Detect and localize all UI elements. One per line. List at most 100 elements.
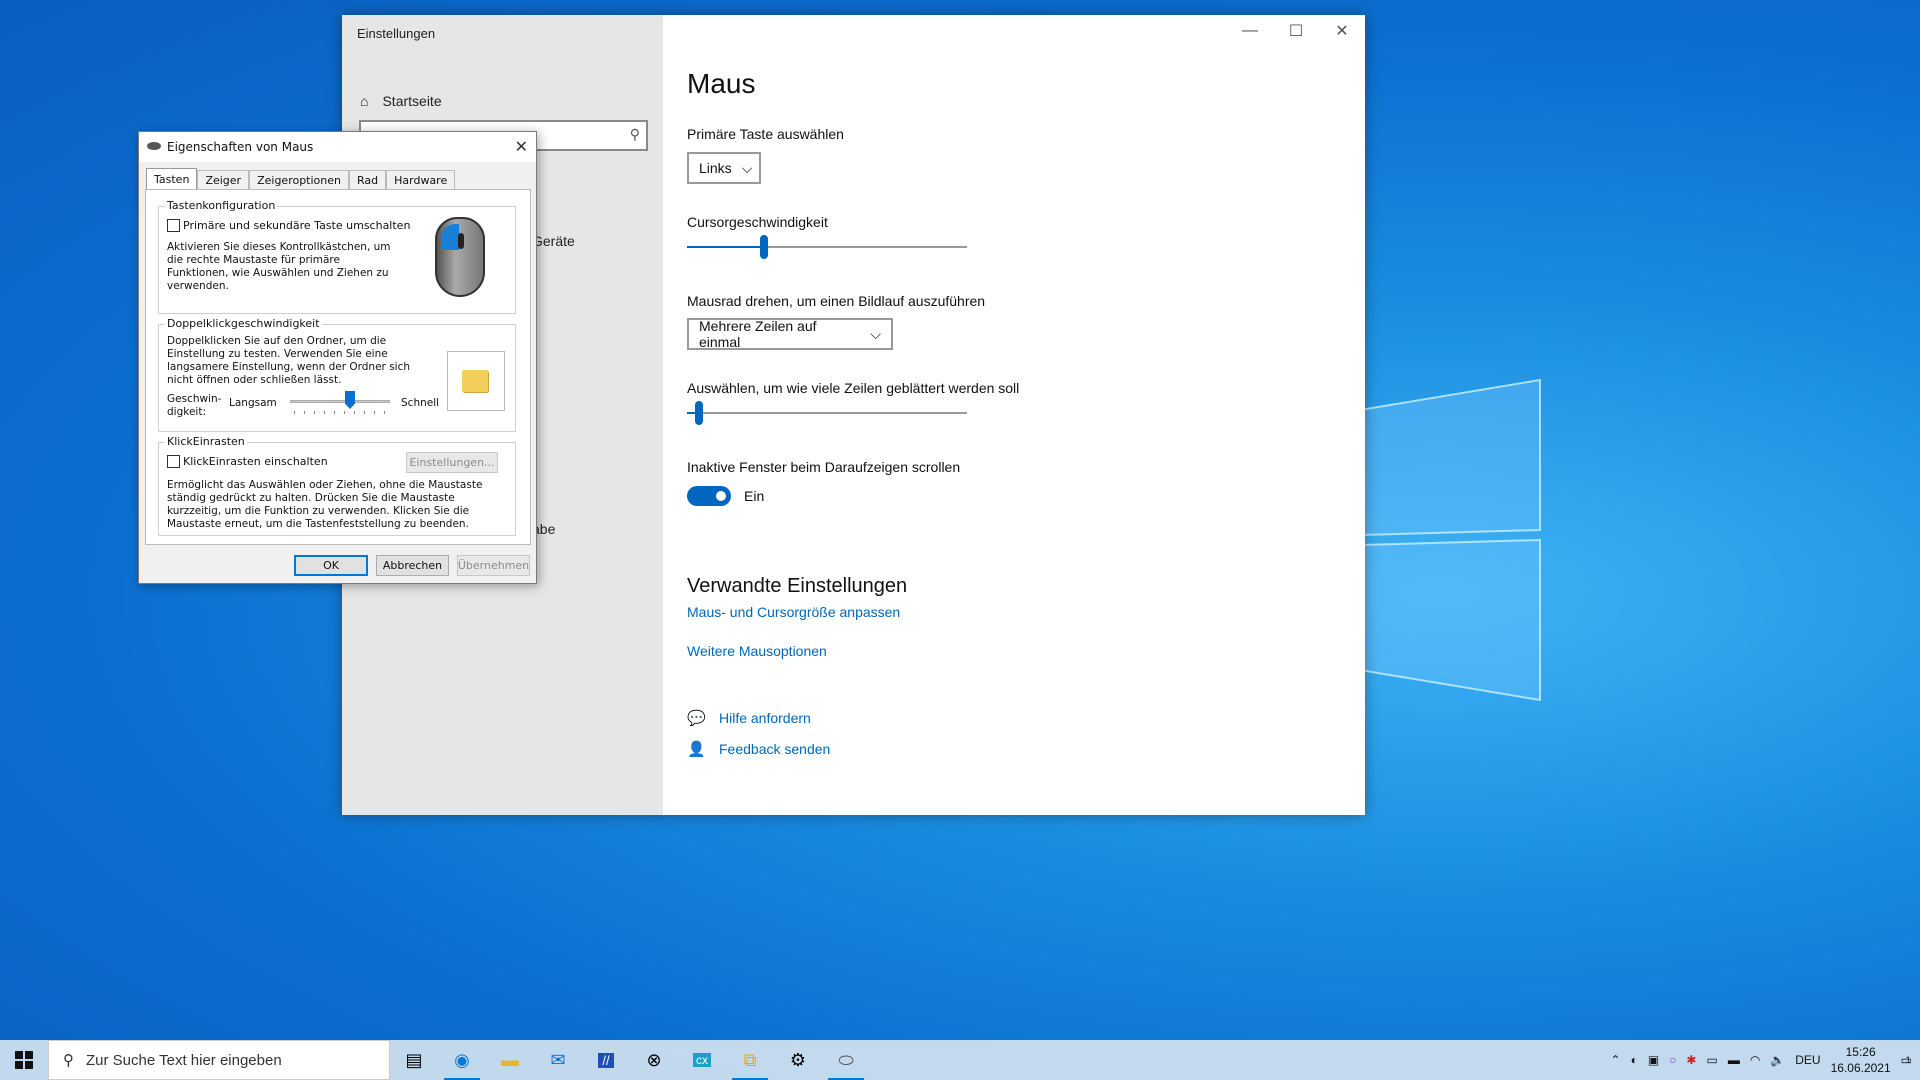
slider-track xyxy=(687,412,967,414)
slider-ticks xyxy=(294,411,386,414)
battery-icon[interactable]: ▬ xyxy=(1728,1053,1740,1067)
file-explorer-icon[interactable]: ▬ xyxy=(486,1040,534,1080)
close-button[interactable]: ✕ xyxy=(1319,15,1365,47)
home-icon: ⌂ xyxy=(360,93,369,109)
taskbar-search-placeholder: Zur Suche Text hier eingeben xyxy=(86,1051,282,1069)
tray-app-icon[interactable]: ▣ xyxy=(1648,1053,1659,1067)
lines-scroll-slider[interactable] xyxy=(687,401,967,425)
sidebar-item-home[interactable]: ⌂ Startseite xyxy=(360,93,442,109)
chevron-down-icon: ⌵ xyxy=(741,159,753,176)
inactive-scroll-toggle[interactable] xyxy=(687,486,731,506)
cursor-speed-label: Cursorgeschwindigkeit xyxy=(687,214,828,230)
notification-center-icon[interactable]: ▭ 1 xyxy=(1901,1053,1912,1067)
more-mouse-options-link[interactable]: Weitere Mausoptionen xyxy=(687,643,827,659)
wheel-dropdown[interactable]: Mehrere Zeilen auf einmal ⌵ xyxy=(687,318,893,350)
tray-red-icon[interactable]: ✱ xyxy=(1686,1053,1696,1067)
system-tray: ⌃ ◐ ▣ ○ ✱ ▭ ▬ ◠ 🔈 DEU 15:26 16.06.2021 ▭… xyxy=(1611,1040,1920,1080)
window-controls: — ☐ ✕ xyxy=(1227,15,1365,51)
slider-thumb[interactable] xyxy=(345,391,355,409)
steam-icon[interactable]: ◐ xyxy=(1631,1053,1638,1067)
speed-label: Geschwin-digkeit: xyxy=(167,393,222,418)
task-view-icon[interactable]: ▤ xyxy=(390,1040,438,1080)
mouse-wheel xyxy=(458,233,464,249)
slider-track xyxy=(290,400,390,403)
related-settings-heading: Verwandte Einstellungen xyxy=(687,575,908,597)
mouse-left-button xyxy=(441,224,459,250)
mail-icon[interactable]: ✉ xyxy=(534,1040,582,1080)
fast-label: Schnell xyxy=(401,397,440,409)
mouse-app-icon[interactable]: ⬭ xyxy=(822,1040,870,1080)
double-click-speed-slider[interactable] xyxy=(290,391,390,415)
get-help-link[interactable]: 💬 Hilfe anfordern xyxy=(687,709,811,727)
click-lock-settings-button[interactable]: Einstellungen... xyxy=(406,452,498,473)
primary-button-value: Links xyxy=(699,160,732,176)
minimize-button[interactable]: — xyxy=(1227,15,1273,47)
tab-zeigeroptionen[interactable]: Zeigeroptionen xyxy=(249,170,349,190)
test-folder-area[interactable] xyxy=(447,351,505,411)
folder-icon[interactable] xyxy=(462,370,488,392)
button-config-group: Tastenkonfiguration Primäre und sekundär… xyxy=(158,199,516,314)
slider-thumb[interactable] xyxy=(760,235,768,259)
feedback-label: Feedback senden xyxy=(719,741,831,757)
group-title: Tastenkonfiguration xyxy=(165,199,278,212)
dialog-close-icon[interactable]: ✕ xyxy=(515,137,528,156)
language-indicator[interactable]: DEU xyxy=(1795,1053,1820,1067)
app-icon[interactable]: // xyxy=(582,1040,630,1080)
checkbox-box[interactable] xyxy=(167,455,180,468)
network-app-icon[interactable]: ⧉ xyxy=(726,1040,774,1080)
button-config-description: Aktivieren Sie dieses Kontrollkästchen, … xyxy=(167,241,391,292)
apply-button[interactable]: Übernehmen xyxy=(457,555,530,576)
edge-browser-icon[interactable]: ◉ xyxy=(438,1040,486,1080)
group-title: Doppelklickgeschwindigkeit xyxy=(165,317,322,330)
tab-panel: Tastenkonfiguration Primäre und sekundär… xyxy=(145,189,531,545)
chevron-up-icon[interactable]: ⌃ xyxy=(1611,1053,1621,1067)
swap-buttons-checkbox[interactable]: Primäre und sekundäre Taste umschalten xyxy=(167,219,410,232)
tab-tasten[interactable]: Tasten xyxy=(146,168,198,190)
chevron-down-icon: ⌵ xyxy=(870,325,881,342)
mouse-cursor-size-link[interactable]: Maus- und Cursorgröße anpassen xyxy=(687,604,900,620)
slow-label: Langsam xyxy=(229,397,277,409)
primary-button-dropdown[interactable]: Links ⌵ xyxy=(687,152,761,184)
group-title: KlickEinrasten xyxy=(165,435,247,448)
dialog-title: Eigenschaften von Maus xyxy=(167,140,314,154)
double-click-group: Doppelklickgeschwindigkeit Doppelklicken… xyxy=(158,317,516,432)
checkbox-box[interactable] xyxy=(167,219,180,232)
search-icon: ⚲ xyxy=(63,1052,74,1069)
cortana-ring-icon[interactable]: ○ xyxy=(1669,1053,1676,1067)
slider-thumb[interactable] xyxy=(695,401,703,425)
toggle-state-label: Ein xyxy=(744,488,765,504)
toggle-knob xyxy=(716,491,726,501)
tab-hardware[interactable]: Hardware xyxy=(386,170,456,190)
maximize-button[interactable]: ☐ xyxy=(1273,15,1319,47)
sidebar-item-devices[interactable]: Geräte xyxy=(532,233,575,249)
dialog-titlebar[interactable]: Eigenschaften von Maus ✕ xyxy=(139,132,536,162)
cursor-speed-slider[interactable] xyxy=(687,235,967,259)
home-label: Startseite xyxy=(382,93,442,109)
taskbar-search-input[interactable]: ⚲ Zur Suche Text hier eingeben xyxy=(48,1040,390,1080)
volume-icon[interactable]: 🔈 xyxy=(1770,1053,1785,1067)
primary-button-label: Primäre Taste auswählen xyxy=(687,126,844,142)
ok-button[interactable]: OK xyxy=(294,555,368,576)
cancel-button[interactable]: Abbrechen xyxy=(376,555,449,576)
clock-time: 15:26 xyxy=(1845,1045,1876,1059)
cx-app-icon[interactable]: cx xyxy=(678,1040,726,1080)
checkbox-label: Primäre und sekundäre Taste umschalten xyxy=(183,219,411,232)
click-lock-checkbox[interactable]: KlickEinrasten einschalten xyxy=(167,455,328,468)
page-title: Maus xyxy=(687,68,756,99)
clock[interactable]: 15:26 16.06.2021 xyxy=(1831,1044,1891,1076)
tab-rad[interactable]: Rad xyxy=(349,170,387,190)
mouse-illustration xyxy=(435,217,485,297)
tab-zeiger[interactable]: Zeiger xyxy=(197,170,250,190)
start-button[interactable] xyxy=(0,1040,48,1080)
click-lock-description: Ermöglicht das Auswählen oder Ziehen, oh… xyxy=(167,479,483,530)
dialog-tabs: Tasten Zeiger Zeigeroptionen Rad Hardwar… xyxy=(146,168,456,190)
xbox-icon[interactable]: ⊗ xyxy=(630,1040,678,1080)
wifi-icon[interactable]: ◠ xyxy=(1750,1053,1760,1067)
click-lock-group: KlickEinrasten KlickEinrasten einschalte… xyxy=(158,435,516,536)
notification-count: 1 xyxy=(1905,1055,1911,1065)
desktop-windows-logo xyxy=(1360,378,1541,702)
tray-device-icon[interactable]: ▭ xyxy=(1706,1053,1717,1067)
feedback-link[interactable]: 👤 Feedback senden xyxy=(687,740,830,758)
settings-gear-icon[interactable]: ⚙ xyxy=(774,1040,822,1080)
feedback-icon: 👤 xyxy=(687,741,706,758)
